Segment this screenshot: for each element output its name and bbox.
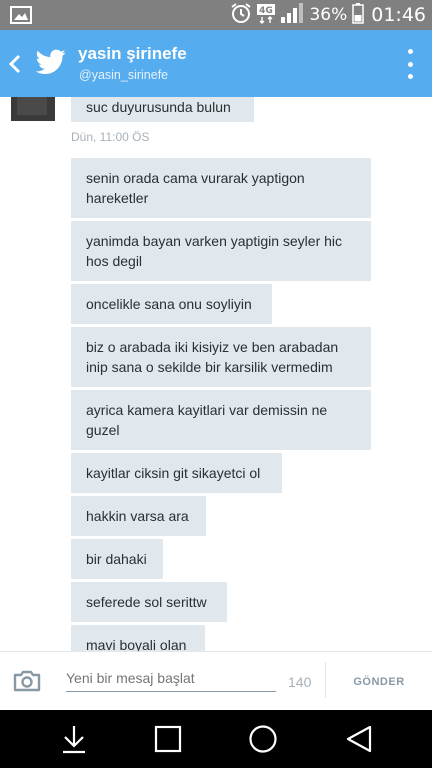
character-counter: 140 xyxy=(288,674,312,690)
camera-icon[interactable] xyxy=(13,670,41,697)
message-composer: 140 GÖNDER xyxy=(0,651,432,710)
alarm-icon xyxy=(230,2,252,29)
message-bubble: kayitlar ciksin git sikayetci ol xyxy=(71,453,282,493)
message-bubble: yanimda bayan varken yaptigin seyler hic… xyxy=(71,221,371,281)
signal-icon xyxy=(280,2,304,29)
twitter-bird-icon xyxy=(35,49,66,80)
svg-text:4G: 4G xyxy=(260,6,274,16)
message-input[interactable] xyxy=(66,665,276,692)
contact-name[interactable]: yasin şirinefe xyxy=(78,44,187,64)
battery-percent: 36% xyxy=(309,5,348,25)
gallery-icon xyxy=(10,6,32,29)
download-icon[interactable] xyxy=(60,724,88,759)
home-icon[interactable] xyxy=(248,724,278,759)
message-bubble: suc duyurusunda bulun xyxy=(71,97,254,122)
send-button[interactable]: GÖNDER xyxy=(336,676,422,688)
back-icon[interactable] xyxy=(344,724,374,759)
message-bubble: ayrica kamera kayitlari var demissin ne … xyxy=(71,390,371,450)
navigation-bar xyxy=(0,710,432,768)
message-bubble: oncelikle sana onu soyliyin xyxy=(71,284,272,324)
recents-icon[interactable] xyxy=(154,724,182,759)
message-bubble: bir dahaki xyxy=(71,539,163,579)
contact-handle[interactable]: @yasin_sirinefe xyxy=(79,68,168,82)
clock: 01:46 xyxy=(371,4,426,26)
message-bubble: mavi boyali olan xyxy=(71,625,205,651)
message-bubble: senin orada cama vurarak yaptigon hareke… xyxy=(71,158,371,218)
message-bubble: biz o arabada iki kisiyiz ve ben arabada… xyxy=(71,327,371,387)
message-thread[interactable]: suc duyurusunda bulun Dün, 11:00 ÖS seni… xyxy=(0,97,432,651)
conversation-header: yasin şirinefe @yasin_sirinefe xyxy=(0,30,432,97)
message-bubble: seferede sol serittw xyxy=(71,582,227,622)
message-timestamp: Dün, 11:00 ÖS xyxy=(71,130,150,144)
status-bar: 4G 36% 01:46 xyxy=(0,0,432,30)
divider xyxy=(325,662,326,698)
overflow-menu-icon[interactable] xyxy=(400,49,420,79)
message-bubble: hakkin varsa ara xyxy=(71,496,206,536)
chevron-left-icon[interactable] xyxy=(8,54,22,79)
network-badge: 4G xyxy=(257,2,276,29)
battery-icon xyxy=(352,2,364,29)
avatar[interactable] xyxy=(11,97,55,121)
